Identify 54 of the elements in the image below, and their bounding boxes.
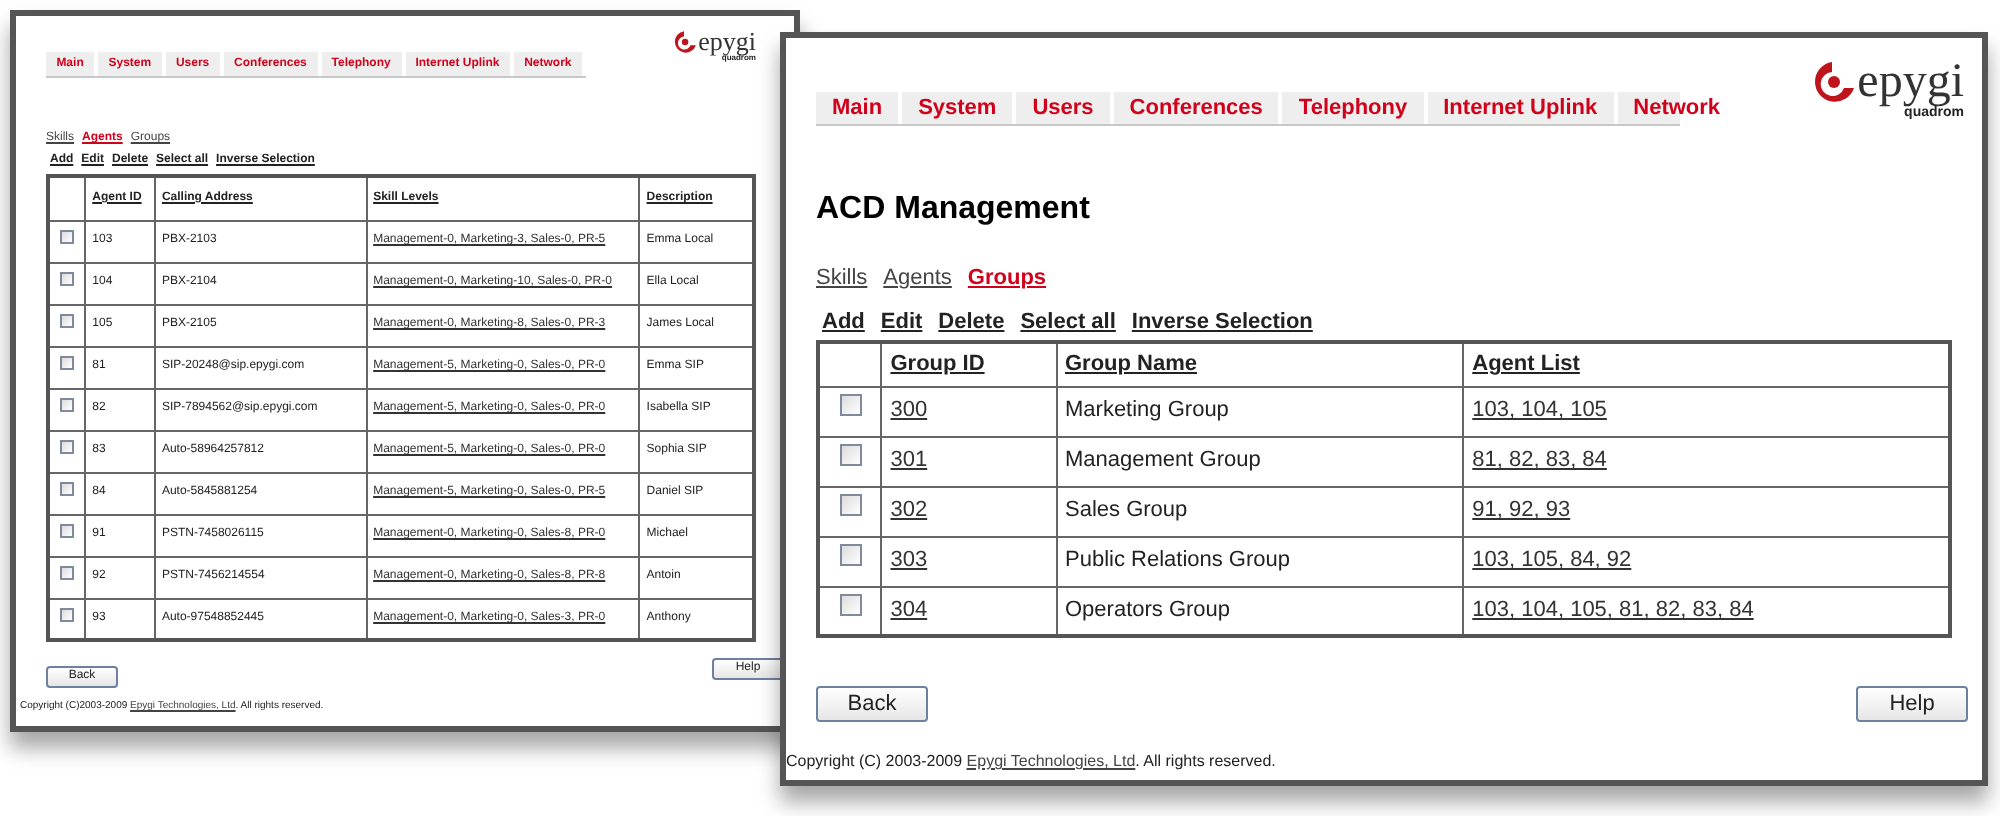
checkbox[interactable] xyxy=(60,440,75,454)
checkbox[interactable] xyxy=(60,607,75,622)
logo-text: epygi xyxy=(1857,58,1964,106)
table-link[interactable]: 81, 82, 83, 84 xyxy=(1472,448,1607,473)
table-link[interactable]: 103, 105, 84, 92 xyxy=(1472,548,1632,573)
swirl-icon xyxy=(670,29,699,53)
action-link[interactable]: Edit xyxy=(880,305,923,338)
help-button[interactable]: Help xyxy=(1856,686,1968,722)
checkbox[interactable] xyxy=(60,398,75,412)
table-cell: Marketing Group xyxy=(1065,398,1229,423)
checkbox[interactable] xyxy=(60,272,75,286)
section-tab[interactable]: Skills xyxy=(816,262,868,295)
checkbox[interactable] xyxy=(839,544,862,567)
checkbox[interactable] xyxy=(60,230,75,244)
page-title: ACD Management xyxy=(816,190,1092,230)
checkbox[interactable] xyxy=(60,482,75,496)
table-cell: Public Relations Group xyxy=(1065,548,1291,573)
table-cell: Management Group xyxy=(1065,448,1261,473)
table-link[interactable]: 303 xyxy=(890,548,928,573)
nav-tab[interactable]: Network xyxy=(1617,92,1741,124)
nav-tab[interactable]: Conferences xyxy=(1113,92,1283,124)
back-button[interactable]: Back xyxy=(816,686,928,722)
logo-text: epygi xyxy=(698,28,756,54)
section-tab[interactable]: Agents xyxy=(883,262,952,295)
checkbox[interactable] xyxy=(60,524,75,538)
column-header[interactable]: Group Name xyxy=(1065,352,1198,376)
nav-tab[interactable]: Internet Uplink xyxy=(1427,92,1618,124)
copyright-text: Copyright (C) 2003-2009 Epygi Technologies, Ltd. All rights reserved. xyxy=(786,750,1278,774)
column-header[interactable]: Agent List xyxy=(1472,352,1580,376)
action-link[interactable]: Inverse Selection xyxy=(1131,305,1313,338)
table-cell: Operators Group xyxy=(1065,598,1231,622)
nav-tab[interactable]: Telephony xyxy=(1282,92,1428,124)
table-cell: Sales Group xyxy=(1065,498,1188,523)
checkbox[interactable] xyxy=(60,566,75,580)
checkbox[interactable] xyxy=(60,356,75,370)
action-link[interactable]: Select all xyxy=(1020,305,1116,338)
checkbox[interactable] xyxy=(839,444,862,467)
nav-tab[interactable]: System xyxy=(902,92,1017,124)
section-tab[interactable]: Groups xyxy=(967,262,1047,295)
action-link[interactable]: Delete xyxy=(938,305,1005,338)
nav-tab[interactable]: Users xyxy=(1016,92,1114,124)
table-link[interactable]: 300 xyxy=(890,398,928,423)
table-link[interactable]: 301 xyxy=(890,448,928,473)
table-link[interactable]: 304 xyxy=(890,598,928,622)
checkbox[interactable] xyxy=(839,594,862,616)
company-link[interactable]: Epygi Technologies, Ltd xyxy=(966,752,1136,770)
table-link[interactable]: 91, 92, 93 xyxy=(1472,498,1571,523)
checkbox[interactable] xyxy=(60,314,75,328)
checkbox[interactable] xyxy=(839,394,862,417)
table-link[interactable]: 103, 104, 105 xyxy=(1472,398,1607,423)
nav-tab[interactable]: Main xyxy=(816,92,903,124)
action-link[interactable]: Add xyxy=(822,305,865,338)
checkbox[interactable] xyxy=(839,494,862,517)
table-link[interactable]: 302 xyxy=(890,498,928,523)
